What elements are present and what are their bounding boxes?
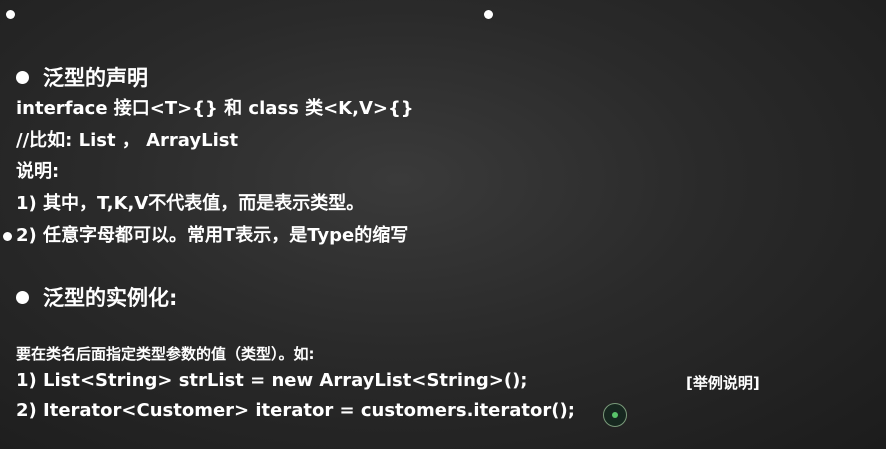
code-line: 1) List<String> strList = new ArrayList<… (16, 370, 528, 391)
bullet-dot-icon (16, 290, 29, 304)
section-heading-text: 泛型的声明 (43, 66, 148, 90)
code-line: 2) Iterator<Customer> iterator = custome… (16, 400, 575, 421)
selection-handle-middle-left[interactable] (3, 232, 12, 241)
selection-handle-top-left[interactable] (6, 10, 15, 19)
slide-canvas: 泛型的声明 interface 接口<T>{} 和 class 类<K,V>{}… (0, 0, 886, 449)
text-line: 1) 其中，T,K,V不代表值，而是表示类型。 (16, 193, 365, 214)
section-heading-declaration: 泛型的声明 (16, 62, 148, 92)
text-line: 说明: (16, 161, 60, 182)
text-line: 要在类名后面指定类型参数的值（类型）。如: (16, 345, 315, 363)
text-line: 2) 任意字母都可以。常用T表示，是Type的缩写 (16, 225, 409, 246)
section-heading-instantiation: 泛型的实例化: (16, 282, 177, 312)
bullet-dot-icon (16, 70, 29, 84)
mouse-cursor-icon (603, 403, 627, 427)
text-line: interface 接口<T>{} 和 class 类<K,V>{} (16, 98, 414, 119)
selection-handle-top-center[interactable] (484, 10, 493, 19)
section-heading-text: 泛型的实例化: (43, 286, 178, 310)
text-line: //比如: List ， ArrayList (16, 130, 239, 151)
example-note-label[interactable]: [举例说明] (686, 372, 760, 393)
